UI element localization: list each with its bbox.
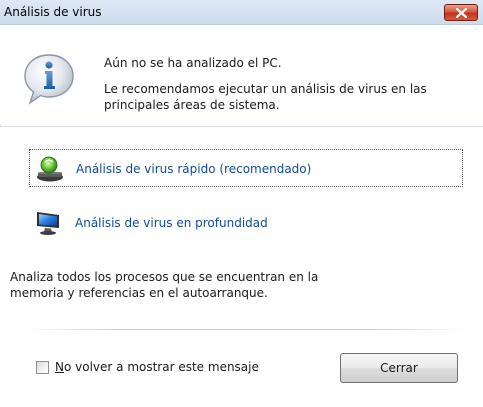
- dont-show-again-text: o volver a mostrar este mensaje: [63, 360, 259, 374]
- quick-scan-option[interactable]: Análisis de virus rápido (recomendado): [29, 149, 463, 187]
- scan-description: Analiza todos los procesos que se encuen…: [10, 270, 319, 300]
- dont-show-again-label[interactable]: No volver a mostrar este mensaje: [55, 360, 259, 374]
- deep-scan-icon: [37, 212, 59, 235]
- deep-scan-label[interactable]: Análisis de virus en profundidad: [75, 216, 268, 230]
- quick-scan-icon: [37, 156, 63, 182]
- checkbox-box[interactable]: [36, 361, 49, 374]
- info-header: Aún no se ha analizado el PC. Le recomen…: [0, 25, 483, 125]
- dialog-body: Análisis de virus rápido (recomendado) A…: [0, 126, 483, 407]
- close-window-button[interactable]: [444, 4, 478, 21]
- quick-scan-label[interactable]: Análisis de virus rápido (recomendado): [76, 162, 311, 176]
- deep-scan-option[interactable]: Análisis de virus en profundidad: [29, 204, 463, 242]
- accelerator-key: N: [55, 360, 64, 374]
- window-title: Análisis de virus: [4, 5, 102, 19]
- recommendation-message: Le recomendamos ejecutar un análisis de …: [104, 82, 427, 112]
- title-bar[interactable]: Análisis de virus: [0, 0, 483, 25]
- close-icon: [456, 8, 467, 18]
- virus-scan-dialog: Análisis de virus Aún no se ha analizado…: [0, 0, 483, 407]
- footer-divider: [24, 329, 468, 330]
- status-message: Aún no se ha analizado el PC.: [104, 56, 282, 70]
- close-button[interactable]: Cerrar: [340, 353, 458, 383]
- info-icon: [24, 54, 74, 105]
